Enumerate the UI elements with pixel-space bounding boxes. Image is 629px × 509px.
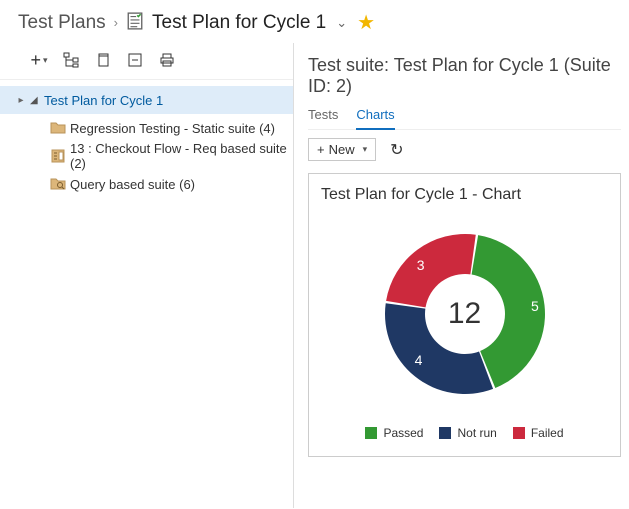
breadcrumb: Test Plans › Test Plan for Cycle 1 ⌄ ★ [0, 0, 629, 43]
swatch-icon [513, 427, 525, 439]
tree-root[interactable]: ▸ ◢ Test Plan for Cycle 1 [0, 86, 293, 114]
chart-toolbar: + New ▾ ↻ [308, 138, 621, 161]
donut-chart: 12 5 4 3 [345, 214, 585, 414]
slice-value: 3 [417, 257, 425, 273]
sidebar: +▾ ▸ ◢ Test Plan for Cycle 1 Regression … [0, 43, 294, 508]
tree-root-label: Test Plan for Cycle 1 [44, 93, 163, 108]
suite-tree: ▸ ◢ Test Plan for Cycle 1 Regression Tes… [0, 80, 293, 204]
star-icon[interactable]: ★ [357, 10, 375, 35]
chart-total: 12 [448, 297, 481, 331]
legend-failed: Failed [513, 426, 564, 440]
tree-item[interactable]: Query based suite (6) [0, 170, 293, 198]
tree-item-label: Regression Testing - Static suite (4) [70, 121, 275, 136]
breadcrumb-root[interactable]: Test Plans [18, 12, 106, 34]
chevron-down-icon[interactable]: ⌄ [334, 15, 349, 31]
collapse-icon[interactable] [126, 51, 144, 69]
req-suite-icon [50, 148, 66, 164]
tabs: Tests Charts [308, 103, 621, 130]
page-title: Test Plan for Cycle 1 [152, 12, 326, 34]
main-panel: Test suite: Test Plan for Cycle 1 (Suite… [294, 43, 629, 508]
test-plan-icon [126, 12, 144, 33]
chart-title: Test Plan for Cycle 1 - Chart [321, 186, 608, 204]
suite-title: Test suite: Test Plan for Cycle 1 (Suite… [308, 55, 621, 97]
print-icon[interactable] [158, 51, 176, 69]
query-suite-icon [50, 176, 66, 192]
chevron-right-icon: › [114, 15, 118, 30]
chevron-down-icon: ▾ [43, 55, 48, 66]
slice-value: 5 [531, 298, 539, 314]
tree-item-label: 13 : Checkout Flow - Req based suite (2) [70, 141, 293, 171]
copy-icon[interactable] [94, 51, 112, 69]
slice-value: 4 [415, 352, 423, 368]
legend: Passed Not run Failed [321, 426, 608, 440]
tree-item[interactable]: Regression Testing - Static suite (4) [0, 114, 293, 142]
caret-right-icon: ▸ [16, 95, 26, 106]
tree-icon[interactable] [62, 51, 80, 69]
tree-item[interactable]: 13 : Checkout Flow - Req based suite (2) [0, 142, 293, 170]
sidebar-toolbar: +▾ [0, 43, 293, 80]
tree-item-label: Query based suite (6) [70, 177, 195, 192]
chart-card: Test Plan for Cycle 1 - Chart 12 5 4 3 Pas… [308, 173, 621, 457]
new-button-label: New [329, 142, 355, 157]
swatch-icon [439, 427, 451, 439]
plus-icon: + [317, 142, 325, 157]
legend-notrun: Not run [439, 426, 496, 440]
legend-passed: Passed [365, 426, 423, 440]
swatch-icon [365, 427, 377, 439]
expand-icon[interactable]: ◢ [30, 95, 40, 106]
refresh-icon[interactable]: ↻ [390, 140, 403, 160]
folder-icon [50, 120, 66, 136]
chevron-down-icon: ▾ [363, 144, 368, 155]
new-button[interactable]: + New ▾ [308, 138, 376, 161]
add-button[interactable]: +▾ [30, 51, 48, 69]
tab-charts[interactable]: Charts [356, 103, 394, 130]
tab-tests[interactable]: Tests [308, 103, 338, 129]
